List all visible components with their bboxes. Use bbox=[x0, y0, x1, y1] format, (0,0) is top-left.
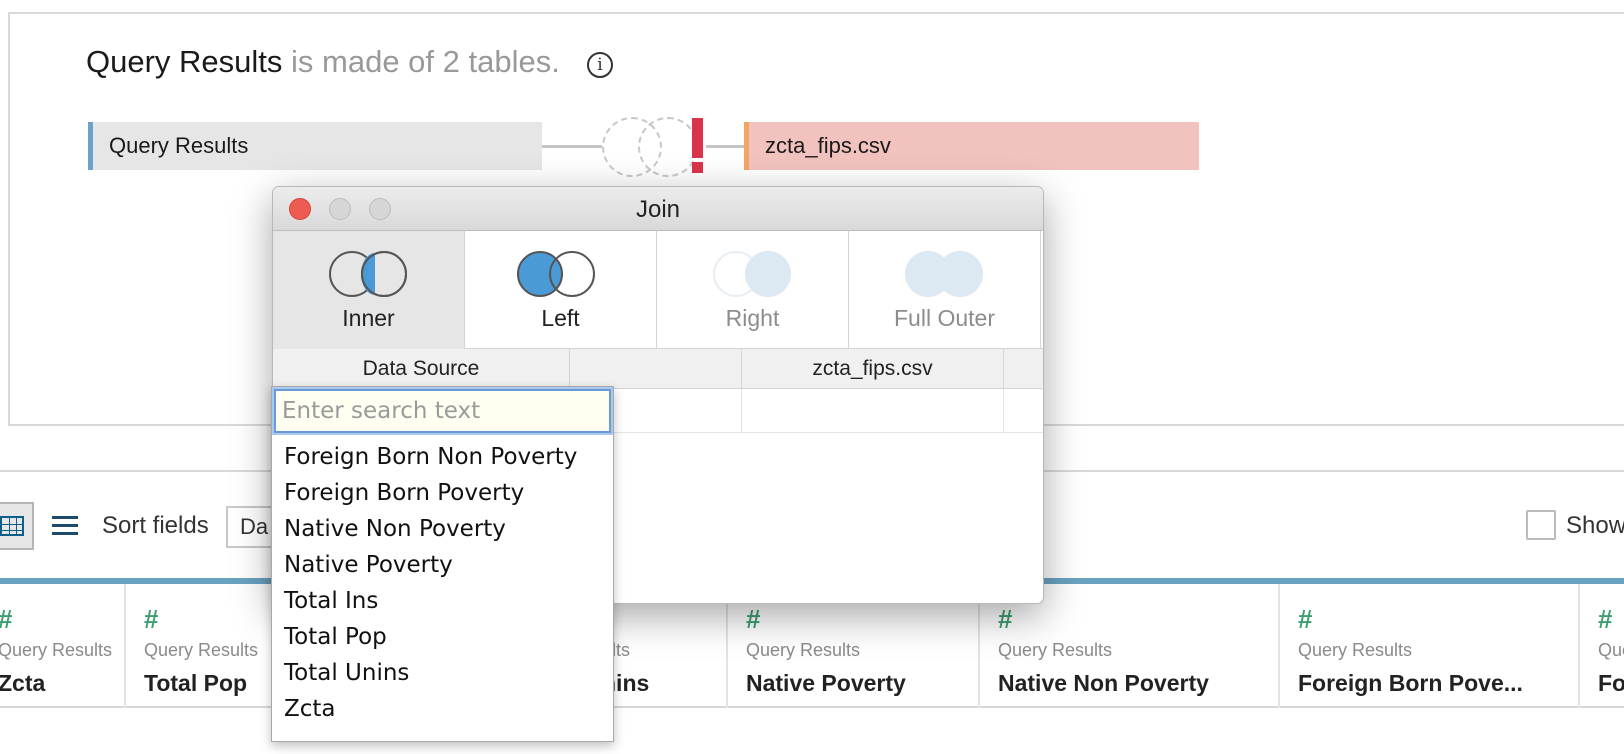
dialog-titlebar[interactable]: Join bbox=[273, 187, 1043, 231]
field-option[interactable]: Native Non Poverty bbox=[272, 511, 613, 547]
right-table-pill[interactable]: zcta_fips.csv bbox=[744, 122, 1199, 170]
field-source: Query Results bbox=[1298, 640, 1413, 660]
field-name: Total Pop bbox=[144, 670, 248, 696]
operator-header bbox=[570, 349, 742, 389]
full-outer-join-button[interactable]: Full Outer bbox=[849, 231, 1041, 349]
number-type-icon: # bbox=[1598, 604, 1613, 634]
join-condition-header: Data Source zcta_fips.csv bbox=[273, 349, 1043, 389]
field-name: Zcta bbox=[0, 670, 46, 696]
field-name: Fo bbox=[1598, 670, 1624, 696]
inner-join-label: Inner bbox=[342, 305, 395, 331]
list-view-icon[interactable] bbox=[52, 516, 78, 538]
join-venn-right-circle[interactable] bbox=[638, 117, 698, 177]
data-source-name: Query Results bbox=[86, 44, 283, 79]
field-name: Foreign Born Pove... bbox=[1298, 670, 1523, 696]
field-option-list: Foreign Born Non Poverty Foreign Born Po… bbox=[272, 439, 613, 727]
data-source-title: Query Results is made of 2 tables. bbox=[86, 44, 560, 80]
join-connector-left bbox=[542, 145, 602, 148]
field-source: Query Results bbox=[998, 640, 1113, 660]
field-source: Que bbox=[1598, 640, 1624, 660]
inner-join-button[interactable]: Inner bbox=[273, 231, 465, 349]
number-type-icon: # bbox=[144, 604, 159, 634]
left-table-pill[interactable]: Query Results bbox=[88, 122, 542, 170]
left-source-header: Data Source bbox=[273, 349, 570, 389]
inner-join-icon-outline bbox=[361, 251, 407, 297]
show-checkbox[interactable] bbox=[1526, 510, 1556, 540]
field-option[interactable]: Total Unins bbox=[272, 655, 613, 691]
field-name: Native Poverty bbox=[746, 670, 906, 696]
field-column-header[interactable]: # Que Fo bbox=[1580, 584, 1624, 708]
field-option[interactable]: Total Ins bbox=[272, 583, 613, 619]
number-type-icon: # bbox=[1298, 604, 1313, 634]
grid-icon bbox=[0, 516, 24, 536]
grid-view-button[interactable] bbox=[0, 502, 34, 550]
field-dropdown: Foreign Born Non Poverty Foreign Born Po… bbox=[271, 386, 614, 742]
full-outer-join-label: Full Outer bbox=[894, 305, 995, 331]
field-option[interactable]: Total Pop bbox=[272, 619, 613, 655]
dialog-title: Join bbox=[635, 196, 681, 223]
right-field-cell[interactable] bbox=[742, 389, 1004, 433]
field-column-header[interactable]: # Query Results Foreign Born Pove... bbox=[1280, 584, 1580, 708]
show-label: Show bbox=[1566, 512, 1624, 539]
join-error-dot bbox=[692, 162, 703, 173]
data-source-summary: is made of 2 tables. bbox=[282, 44, 560, 79]
remove-cell[interactable] bbox=[1004, 389, 1043, 433]
field-source: Query Results bbox=[746, 640, 861, 660]
field-option[interactable]: Foreign Born Poverty bbox=[272, 475, 613, 511]
full-outer-join-icon-right bbox=[937, 251, 983, 297]
field-option[interactable]: Foreign Born Non Poverty bbox=[272, 439, 613, 475]
left-join-button[interactable]: Left bbox=[465, 231, 657, 349]
field-source: Query Results bbox=[144, 640, 259, 660]
number-type-icon: # bbox=[998, 604, 1013, 634]
field-name: Native Non Poverty bbox=[998, 670, 1209, 696]
field-option[interactable]: Zcta bbox=[272, 691, 613, 727]
field-column-header[interactable]: # Query Results Zcta bbox=[0, 584, 126, 708]
number-type-icon: # bbox=[746, 604, 761, 634]
field-column-header[interactable]: # Query Results Total Pop bbox=[126, 584, 284, 708]
right-join-icon-right bbox=[745, 251, 791, 297]
right-join-button[interactable]: Right bbox=[657, 231, 849, 349]
field-source: Query Results bbox=[0, 640, 113, 660]
left-join-icon-right bbox=[549, 251, 595, 297]
number-type-icon: # bbox=[0, 604, 12, 635]
field-option[interactable]: Native Poverty bbox=[272, 547, 613, 583]
remove-header bbox=[1004, 349, 1043, 389]
join-type-selector: Inner Left Right Full Outer bbox=[273, 231, 1043, 349]
join-connector-right bbox=[706, 145, 744, 148]
right-join-label: Right bbox=[725, 305, 780, 331]
left-join-label: Left bbox=[541, 305, 580, 331]
sort-fields-label: Sort fields bbox=[102, 512, 209, 539]
join-error-icon bbox=[692, 118, 703, 158]
search-input[interactable] bbox=[274, 389, 611, 433]
right-source-header: zcta_fips.csv bbox=[742, 349, 1004, 389]
info-icon[interactable]: i bbox=[587, 52, 613, 78]
